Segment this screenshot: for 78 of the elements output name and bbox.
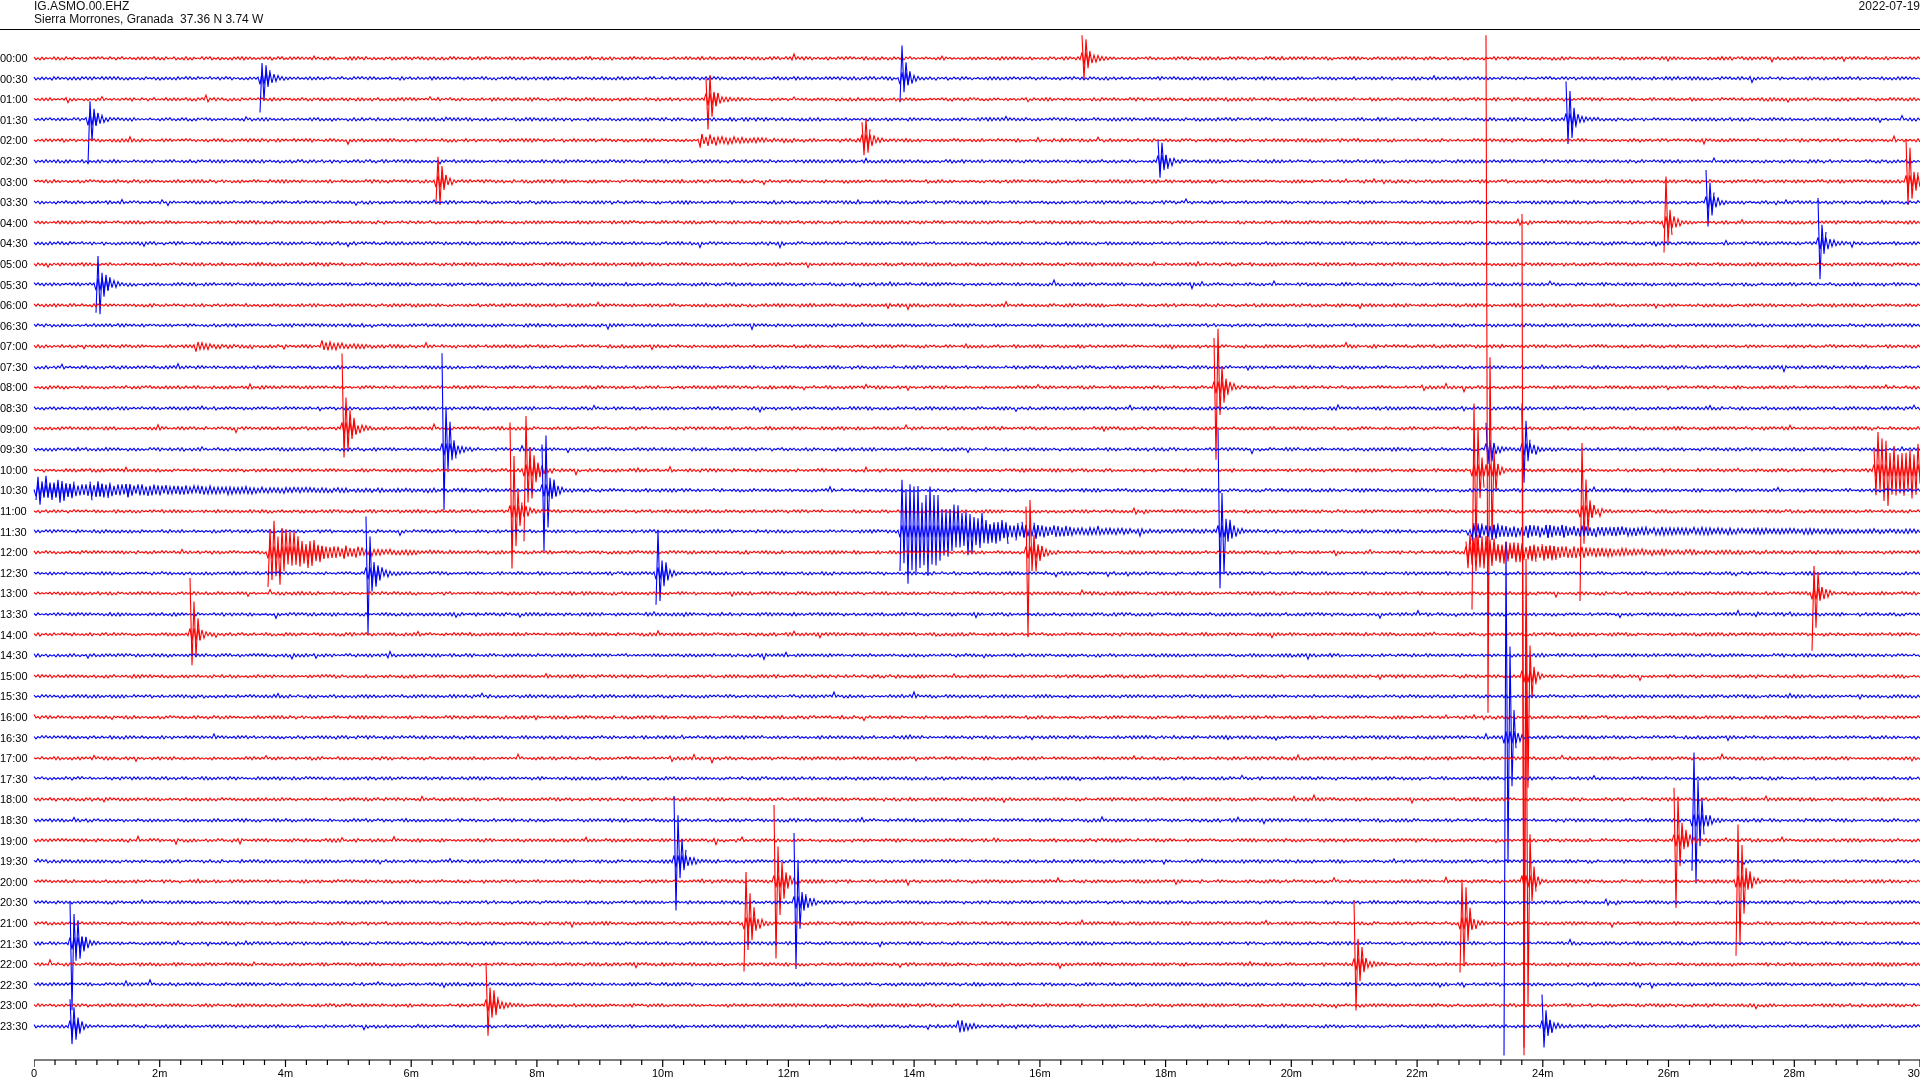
time-label: 22:00: [0, 958, 29, 971]
time-label: 17:30: [0, 772, 29, 785]
seismic-event-waveform: [87, 101, 99, 166]
time-label: 04:30: [0, 237, 29, 250]
time-label: 22:30: [0, 978, 29, 991]
station-location: Sierra Morrones, Granada 37.36 N 3.74 W: [34, 13, 264, 26]
time-label: 01:00: [0, 93, 29, 106]
time-label: 08:30: [0, 402, 29, 415]
seismic-event-waveform: [1081, 34, 1091, 80]
tick-label: 18m: [1154, 1067, 1177, 1080]
time-label: 09:30: [0, 443, 29, 456]
time-label: 14:30: [0, 649, 29, 662]
tick-label: 16m: [1029, 1067, 1051, 1080]
time-label: 16:00: [0, 711, 29, 723]
time-label: 10:30: [0, 484, 29, 497]
time-label: 03:00: [0, 175, 29, 188]
time-label: 21:30: [0, 937, 29, 950]
tick-label: 14m: [903, 1067, 925, 1080]
tick-label: 0: [30, 1067, 38, 1080]
seismic-event-waveform: [1541, 993, 1553, 1048]
time-label: 04:00: [0, 216, 29, 229]
time-label: 23:00: [0, 999, 29, 1012]
time-label: 00:00: [0, 52, 29, 64]
time-label: 20:30: [0, 896, 29, 909]
time-label: 06:30: [0, 319, 29, 332]
time-label: 13:30: [0, 608, 29, 620]
time-label: 12:30: [0, 566, 29, 579]
time-label: 15:30: [0, 690, 29, 703]
seismic-event-waveform: [1157, 139, 1169, 178]
time-label: 07:30: [0, 360, 29, 373]
seismic-event-waveform: [1705, 169, 1715, 227]
time-label: 11:00: [0, 505, 28, 518]
time-label: 08:00: [0, 381, 29, 394]
seismic-event-waveform: [435, 156, 447, 206]
tick-label: 10m: [651, 1067, 674, 1080]
time-label: 19:00: [0, 834, 29, 847]
time-label: 16:30: [0, 731, 29, 744]
date-label: 2022-07-19: [1858, 0, 1920, 15]
tick-label: 4m: [277, 1067, 294, 1080]
time-label: 09:00: [0, 422, 29, 435]
time-label: 02:00: [0, 134, 29, 147]
time-label: 01:30: [0, 113, 29, 126]
tick-label: 24m: [1532, 1067, 1554, 1080]
tick-label: 12m: [777, 1067, 800, 1080]
time-label: 13:00: [0, 587, 29, 600]
tick-label: 28m: [1783, 1067, 1805, 1080]
time-label: 23:30: [0, 1019, 29, 1032]
time-label: 05:30: [0, 278, 29, 291]
tick-label: 20m: [1280, 1067, 1303, 1080]
time-label: 19:30: [0, 855, 29, 868]
time-label: 17:00: [0, 752, 29, 765]
time-label: 07:00: [0, 340, 29, 353]
time-label: 11:30: [0, 525, 28, 538]
time-label: 00:30: [0, 72, 29, 85]
time-label: 02:30: [0, 154, 29, 167]
time-label: 20:00: [0, 875, 29, 888]
time-label: 03:30: [0, 196, 29, 209]
time-label: 15:00: [0, 669, 29, 682]
tick-label: 26m: [1657, 1067, 1680, 1080]
time-label: 18:30: [0, 813, 29, 826]
time-label: 05:00: [0, 257, 29, 270]
station-code: IG.ASMO.00.EHZ: [34, 0, 131, 13]
seismic-event-waveform: [259, 62, 271, 114]
time-label: 21:00: [0, 916, 29, 929]
seismic-event-waveform: [899, 45, 911, 104]
time-label: 10:00: [0, 463, 29, 476]
tick-label: 30: [1907, 1067, 1920, 1080]
time-label: 12:00: [0, 546, 29, 559]
tick-label: 8m: [529, 1067, 545, 1080]
seismic-event-waveform: [1905, 138, 1919, 206]
tick-label: 2m: [152, 1067, 168, 1080]
time-label: 14:00: [0, 628, 29, 641]
seismic-event-waveform: [1565, 81, 1577, 145]
tick-label: 6m: [403, 1067, 419, 1080]
seismic-event-waveform: [95, 255, 111, 316]
time-label: 06:00: [0, 299, 29, 312]
time-label: 18:00: [0, 793, 29, 806]
tick-label: 22m: [1406, 1067, 1428, 1080]
